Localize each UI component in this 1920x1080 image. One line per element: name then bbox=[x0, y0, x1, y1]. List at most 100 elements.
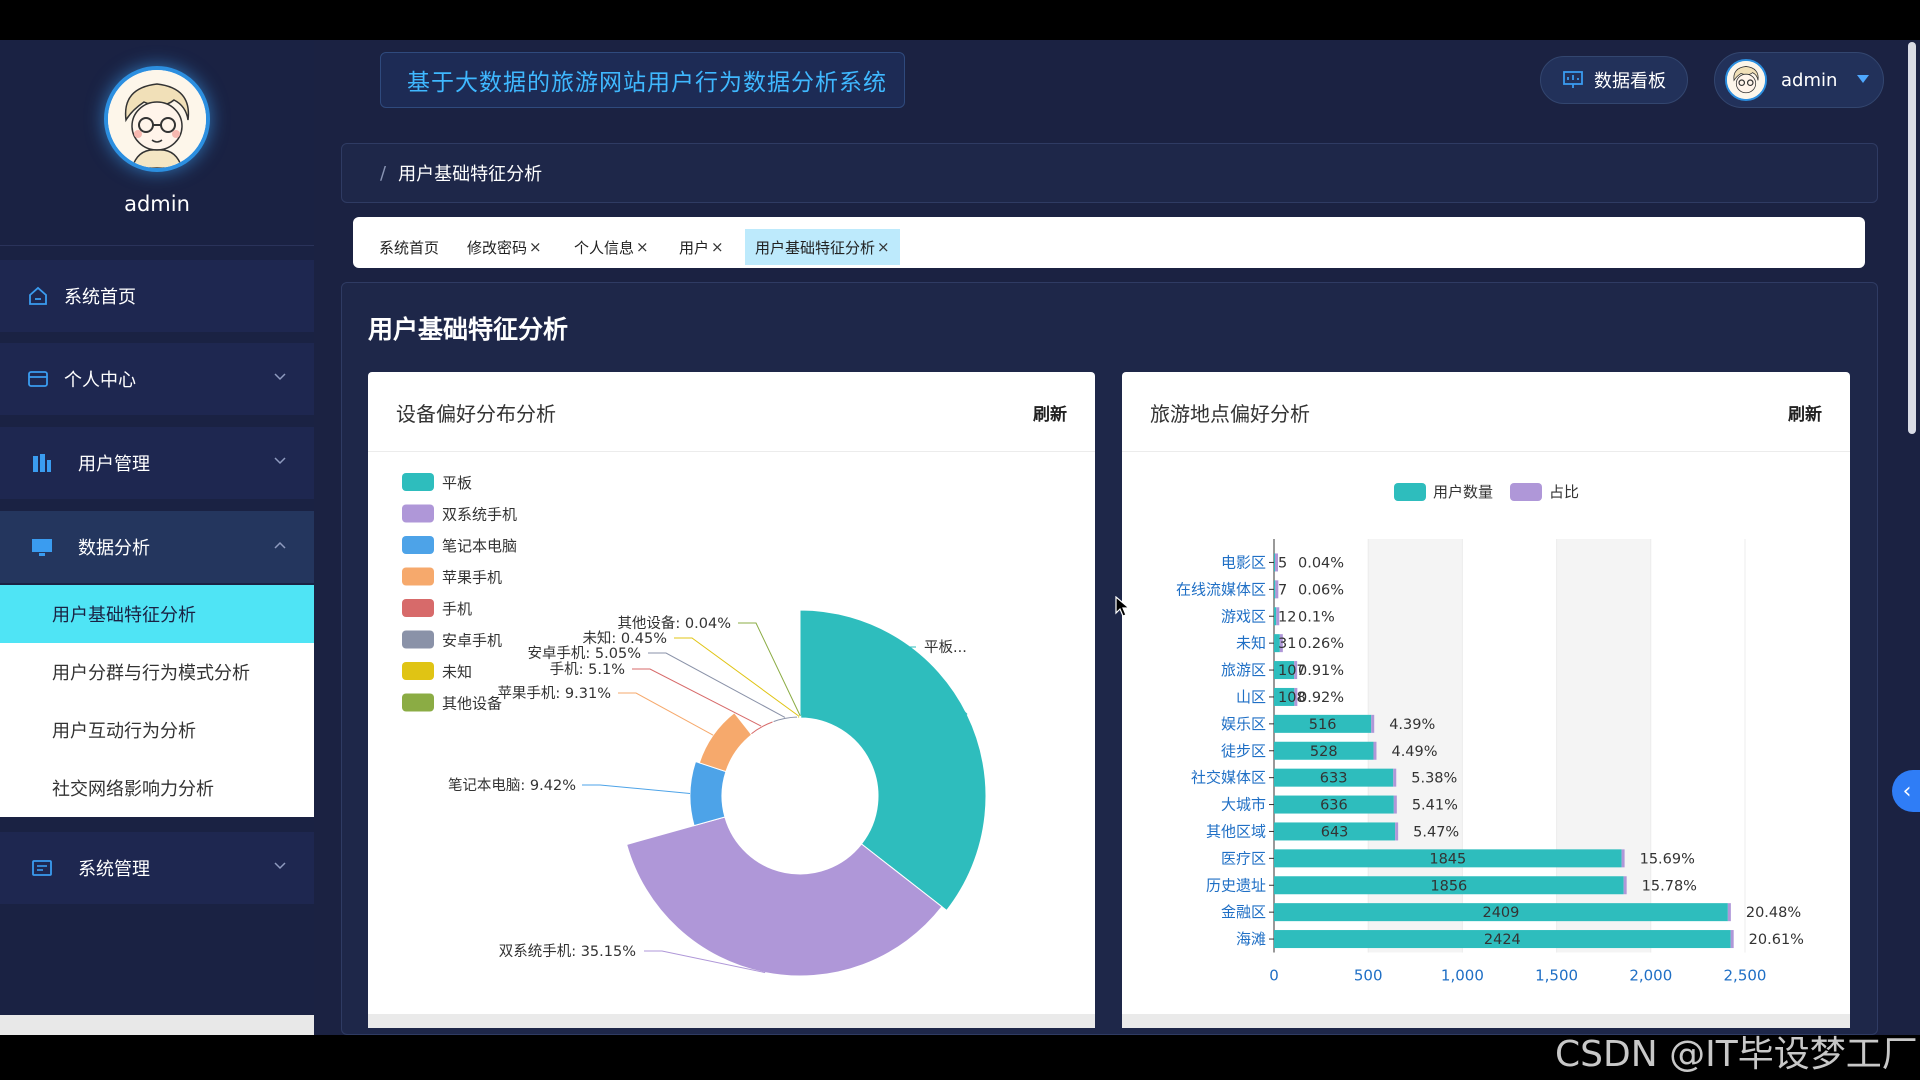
submenu-item-interaction[interactable]: 用户互动行为分析 bbox=[0, 701, 314, 759]
sidebar-item-home[interactable]: 系统首页 bbox=[0, 260, 314, 332]
bar-value-label: 1856 bbox=[1430, 878, 1467, 894]
dashboard-button[interactable]: 数据看板 bbox=[1540, 56, 1688, 104]
bar-percent-label: 15.69% bbox=[1640, 851, 1695, 867]
tag-label: 用户 bbox=[679, 238, 710, 257]
pie-slice[interactable] bbox=[689, 760, 727, 827]
pie-slice[interactable] bbox=[772, 715, 799, 724]
avatar[interactable] bbox=[104, 66, 210, 172]
bar-ratio[interactable] bbox=[1623, 876, 1627, 895]
refresh-button[interactable]: 刷新 bbox=[1033, 400, 1067, 425]
bar-value-label: 528 bbox=[1310, 744, 1338, 760]
legend-label[interactable]: 手机 bbox=[442, 600, 472, 618]
legend-label[interactable]: 占比 bbox=[1549, 483, 1579, 501]
submenu-item-clustering[interactable]: 用户分群与行为模式分析 bbox=[0, 643, 314, 701]
submenu-item-basic-features[interactable]: 用户基础特征分析 bbox=[0, 585, 314, 643]
sidebar: admin 系统首页 个人中心 用户管理 数据分析 用户基础特征分析 用户分群与… bbox=[0, 40, 314, 1035]
breadcrumb-current[interactable]: 用户基础特征分析 bbox=[398, 160, 542, 186]
pie-data-label: 其他设备: 0.04% bbox=[617, 615, 731, 632]
x-tick-label: 500 bbox=[1354, 967, 1383, 985]
close-icon[interactable]: × bbox=[711, 238, 724, 256]
bar-value-label: 31 bbox=[1278, 636, 1296, 652]
bar-ratio[interactable] bbox=[1393, 768, 1397, 787]
close-icon[interactable]: × bbox=[529, 238, 542, 256]
bar-count[interactable] bbox=[1274, 607, 1277, 626]
device-preference-card: 设备偏好分布分析 刷新 平板 双系统手机 笔记本电脑 苹果手机 手机 安卓手机 未知 其他设备… bbox=[368, 372, 1095, 1028]
bar-percent-label: 0.91% bbox=[1298, 663, 1344, 679]
tag-user[interactable]: 用户 × bbox=[669, 229, 734, 265]
submenu-item-social-influence[interactable]: 社交网络影响力分析 bbox=[0, 759, 314, 817]
card-header: 设备偏好分布分析 刷新 bbox=[368, 372, 1095, 452]
refresh-button[interactable]: 刷新 bbox=[1788, 400, 1822, 425]
pie-slice[interactable] bbox=[698, 712, 753, 773]
breadcrumb: / 用户基础特征分析 bbox=[341, 143, 1878, 203]
mouse-cursor-icon bbox=[1115, 596, 1131, 617]
monitor-icon bbox=[30, 535, 54, 559]
tag-basic-features[interactable]: 用户基础特征分析 × bbox=[745, 229, 900, 265]
legend-swatch[interactable] bbox=[402, 504, 434, 523]
sidebar-item-data-analysis[interactable]: 数据分析 bbox=[0, 511, 314, 583]
legend-swatch[interactable] bbox=[402, 662, 434, 680]
pie-data-label: 双系统手机: 35.15% bbox=[499, 943, 636, 960]
y-category-label: 娱乐区 bbox=[1221, 715, 1266, 733]
tag-profile[interactable]: 个人信息 × bbox=[564, 229, 659, 265]
collapse-panel-button[interactable]: ‹ bbox=[1892, 770, 1920, 812]
bar-ratio[interactable] bbox=[1395, 822, 1399, 841]
sidebar-item-label: 系统首页 bbox=[64, 287, 136, 308]
scrollbar-thumb[interactable] bbox=[1908, 42, 1916, 434]
card-header: 旅游地点偏好分析 刷新 bbox=[1122, 372, 1850, 452]
legend-swatch[interactable] bbox=[402, 599, 434, 617]
x-tick-label: 1,500 bbox=[1535, 967, 1578, 985]
tag-label: 用户基础特征分析 bbox=[755, 238, 876, 257]
device-pie-chart: 平板双系统手机笔记本电脑苹果手机手机安卓手机未知其他设备 平板... 双系统手机: … bbox=[402, 473, 987, 977]
system-title: 基于大数据的旅游网站用户行为数据分析系统 bbox=[380, 52, 905, 108]
pie-leader-line bbox=[618, 692, 714, 736]
list-icon bbox=[30, 856, 54, 880]
legend-label[interactable]: 双系统手机 bbox=[442, 506, 517, 524]
sidebar-item-user-management[interactable]: 用户管理 bbox=[0, 427, 314, 499]
legend-label[interactable]: 未知 bbox=[442, 663, 472, 681]
legend-swatch[interactable] bbox=[1394, 483, 1426, 501]
legend-label[interactable]: 安卓手机 bbox=[442, 632, 502, 650]
bar-ratio[interactable] bbox=[1393, 795, 1397, 814]
bar-percent-label: 15.78% bbox=[1642, 878, 1697, 894]
y-category-label: 海滩 bbox=[1236, 930, 1266, 948]
user-menu-button[interactable]: admin bbox=[1714, 52, 1884, 108]
bar-count[interactable] bbox=[1274, 580, 1276, 599]
bar-ratio[interactable] bbox=[1730, 930, 1734, 949]
pie-data-label: 平板... bbox=[924, 638, 967, 656]
legend-swatch[interactable] bbox=[402, 567, 434, 586]
legend-label[interactable]: 用户数量 bbox=[1433, 483, 1493, 501]
pie-data-label: 未知: 0.45% bbox=[582, 630, 667, 647]
sidebar-item-personal[interactable]: 个人中心 bbox=[0, 343, 314, 415]
legend-label[interactable]: 其他设备 bbox=[442, 695, 502, 713]
chevron-down-icon bbox=[274, 457, 286, 465]
card-title: 旅游地点偏好分析 bbox=[1150, 402, 1310, 426]
tab-bar: 系统首页 修改密码 × 个人信息 × 用户 × 用户基础特征分析 × bbox=[353, 217, 1865, 268]
close-icon[interactable]: × bbox=[636, 238, 649, 256]
legend-swatch[interactable] bbox=[402, 630, 434, 649]
legend-swatch[interactable] bbox=[402, 693, 434, 712]
x-tick-label: 2,000 bbox=[1629, 967, 1672, 985]
bar-ratio[interactable] bbox=[1373, 741, 1377, 760]
pie-leader-line bbox=[648, 652, 786, 718]
y-category-label: 山区 bbox=[1236, 688, 1266, 706]
tag-change-password[interactable]: 修改密码 × bbox=[457, 229, 552, 265]
legend-label[interactable]: 笔记本电脑 bbox=[442, 537, 517, 555]
bar-ratio[interactable] bbox=[1727, 903, 1731, 922]
tag-home[interactable]: 系统首页 bbox=[369, 229, 449, 265]
legend-swatch[interactable] bbox=[1510, 483, 1542, 501]
legend-label[interactable]: 平板 bbox=[442, 474, 472, 492]
bar-ratio[interactable] bbox=[1371, 714, 1375, 733]
bar-count[interactable] bbox=[1274, 553, 1275, 572]
legend-swatch[interactable] bbox=[402, 536, 434, 554]
bar-value-label: 12 bbox=[1278, 609, 1296, 625]
sidebar-item-label: 用户管理 bbox=[78, 454, 150, 475]
close-icon[interactable]: × bbox=[877, 238, 890, 256]
sidebar-item-system-management[interactable]: 系统管理 bbox=[0, 832, 314, 904]
chevron-up-icon bbox=[274, 541, 286, 549]
chevron-down-icon bbox=[274, 373, 286, 381]
legend-label[interactable]: 苹果手机 bbox=[442, 569, 502, 587]
pie-slice[interactable] bbox=[799, 715, 802, 719]
legend-swatch[interactable] bbox=[402, 473, 434, 491]
bar-ratio[interactable] bbox=[1621, 849, 1625, 868]
